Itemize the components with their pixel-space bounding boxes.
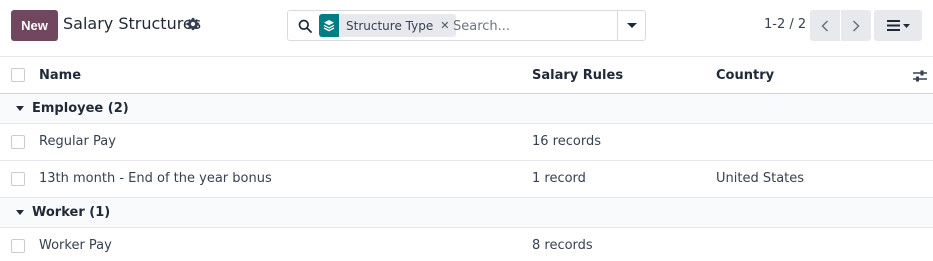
new-button[interactable]: New — [11, 10, 58, 41]
search-bar: Structure Type ✕ — [287, 10, 646, 41]
control-panel: New Salary Structures Structure Type ✕ S… — [0, 0, 933, 56]
column-header-salary-rules[interactable]: Salary Rules — [532, 68, 623, 83]
layers-icon — [319, 14, 339, 37]
search-icon[interactable] — [298, 19, 312, 33]
row-checkbox[interactable] — [11, 172, 25, 186]
gear-icon[interactable] — [186, 17, 200, 31]
column-header-country[interactable]: Country — [716, 68, 774, 83]
cell-salary-rules: 16 records — [532, 134, 601, 149]
search-options-toggle[interactable] — [617, 11, 645, 40]
chevron-left-icon — [821, 19, 829, 32]
page-title: Salary Structures — [63, 14, 202, 33]
facet-label: Structure Type — [346, 18, 434, 33]
caret-down-icon — [16, 210, 24, 215]
cell-name: Regular Pay — [39, 134, 116, 149]
cell-country: United States — [716, 171, 805, 186]
table-row[interactable]: Worker Pay 8 records — [0, 228, 933, 261]
group-label: Worker (1) — [32, 205, 111, 220]
cell-salary-rules: 8 records — [532, 238, 593, 253]
optional-columns-icon[interactable] — [913, 69, 927, 83]
search-input[interactable] — [453, 16, 613, 36]
search-facet: Structure Type ✕ — [319, 14, 457, 37]
table-header: Name Salary Rules Country — [0, 56, 933, 94]
row-checkbox[interactable] — [11, 135, 25, 149]
table-row[interactable]: Regular Pay 16 records — [0, 124, 933, 161]
column-header-name[interactable]: Name — [39, 68, 81, 83]
select-all-checkbox[interactable] — [11, 68, 25, 82]
chevron-right-icon — [852, 19, 860, 32]
group-row[interactable]: Employee (2) — [0, 94, 933, 124]
view-switcher-button[interactable] — [874, 10, 922, 41]
pager-previous-button[interactable] — [810, 10, 840, 41]
pager-next-button[interactable] — [841, 10, 871, 41]
caret-down-icon — [626, 22, 637, 28]
caret-down-icon — [902, 23, 910, 28]
table-row[interactable]: 13th month - End of the year bonus 1 rec… — [0, 161, 933, 198]
cell-name: 13th month - End of the year bonus — [39, 171, 272, 186]
group-row[interactable]: Worker (1) — [0, 198, 933, 228]
caret-down-icon — [16, 106, 24, 111]
cell-name: Worker Pay — [39, 238, 112, 253]
list-view-icon — [886, 20, 900, 31]
pager-value[interactable]: 1-2 / 2 — [764, 17, 806, 32]
group-label: Employee (2) — [32, 101, 129, 116]
row-checkbox[interactable] — [11, 239, 25, 253]
cell-salary-rules: 1 record — [532, 171, 586, 186]
